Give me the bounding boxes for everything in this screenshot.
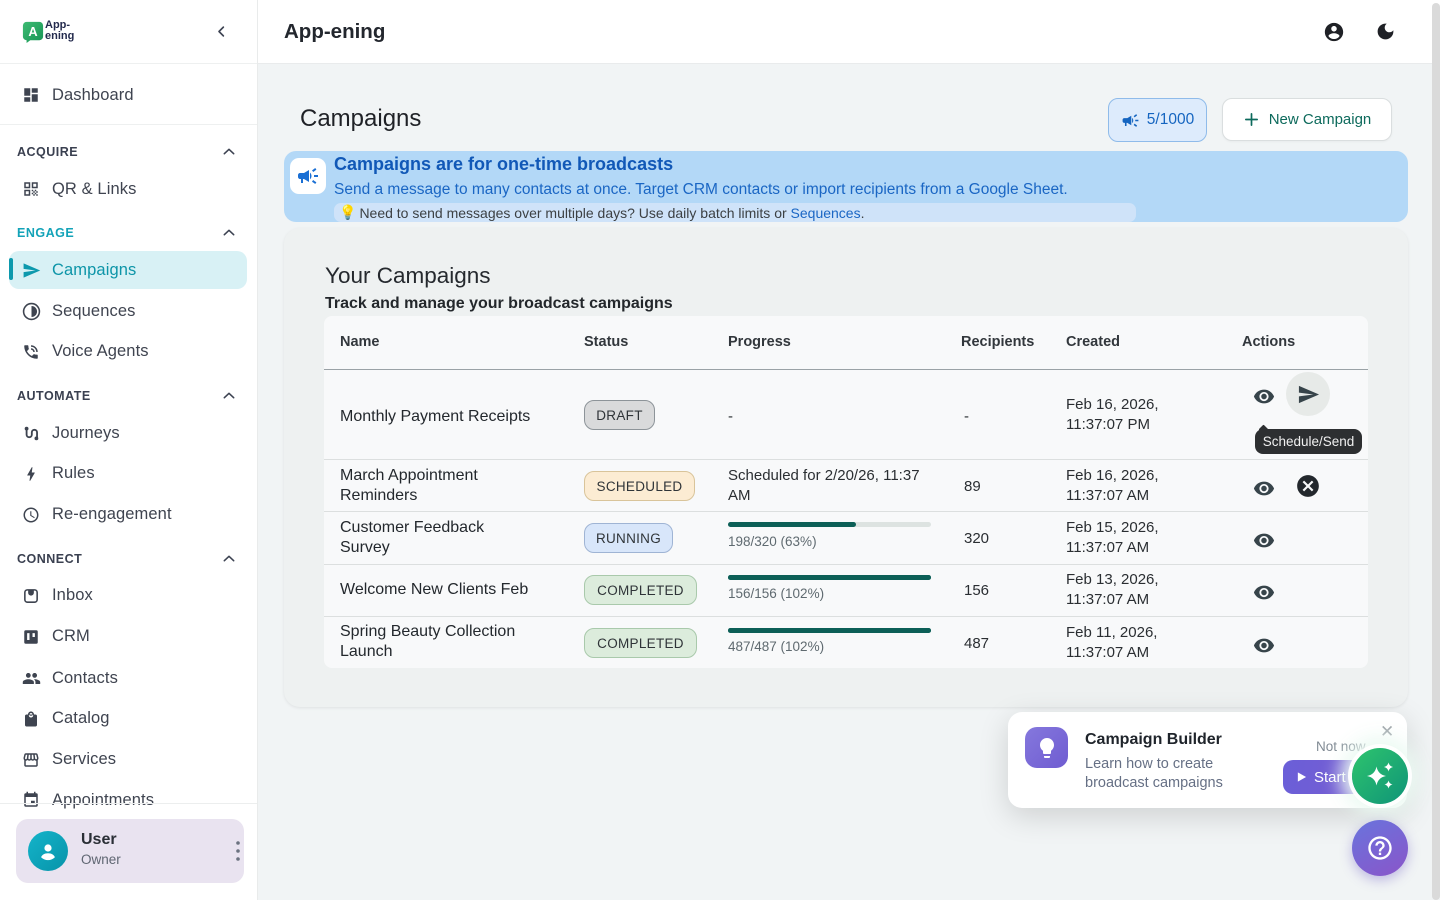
- svg-text:A: A: [28, 24, 37, 39]
